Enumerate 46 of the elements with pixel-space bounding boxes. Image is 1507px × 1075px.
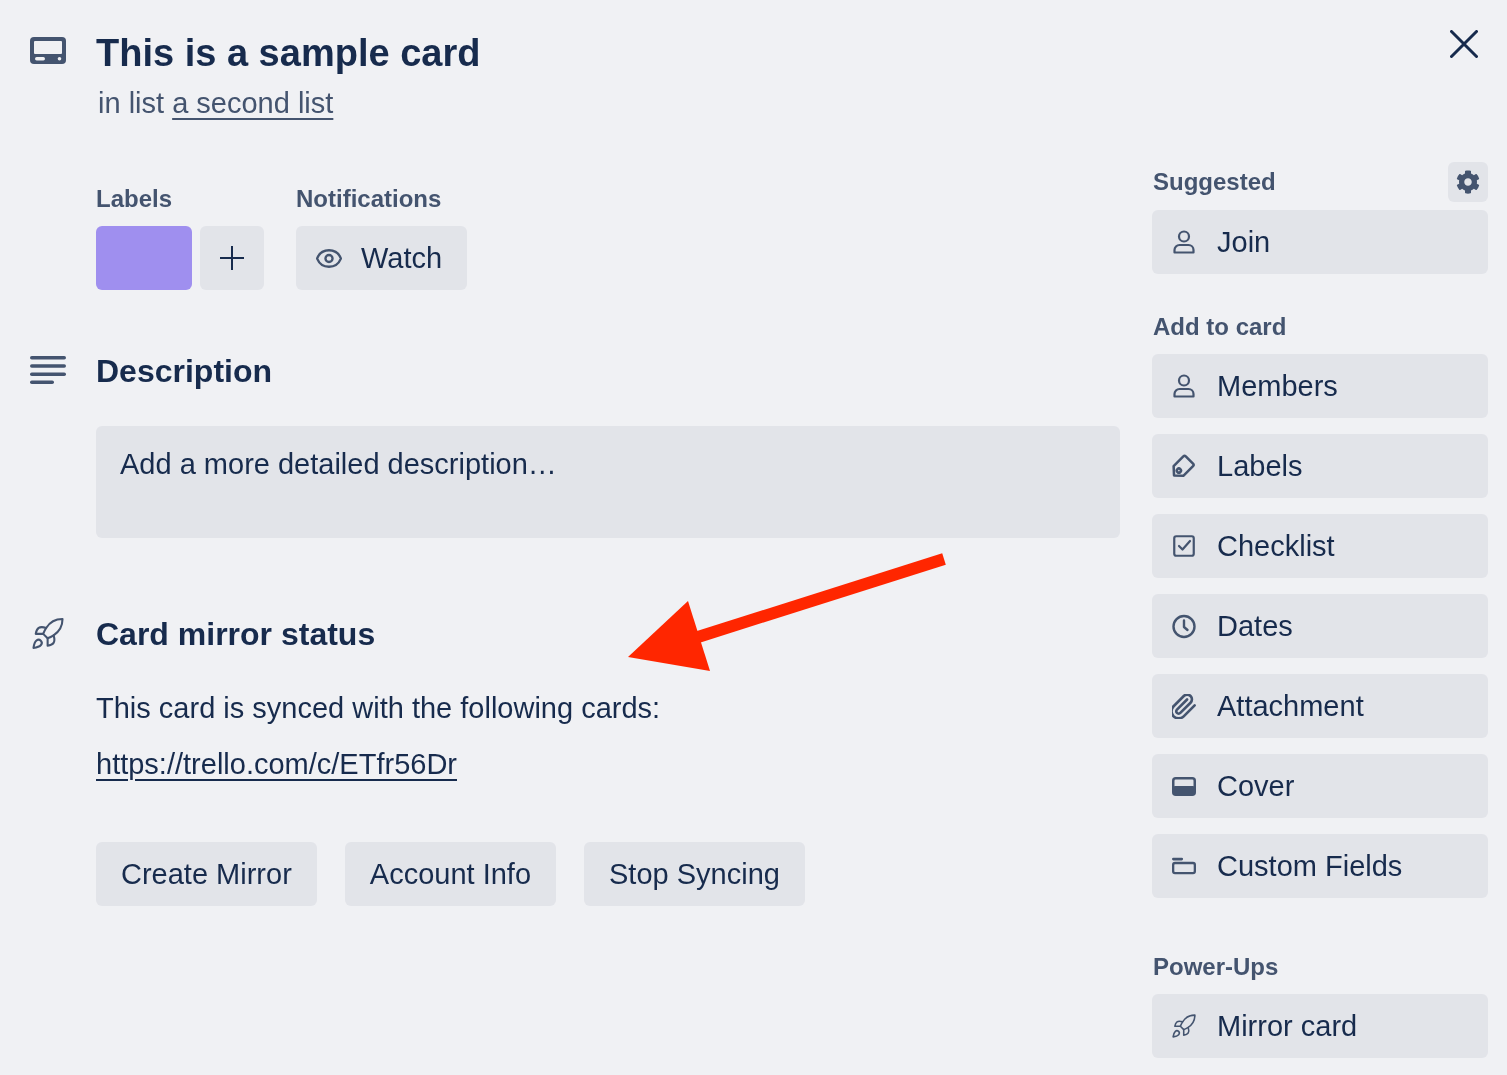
rocket-icon (1172, 1014, 1196, 1038)
fields-icon (1172, 857, 1196, 875)
sidebar-heading: Add to card (1153, 313, 1287, 341)
labels-heading: Labels (96, 185, 173, 213)
mirror-status-heading: Card mirror status (96, 615, 376, 654)
watch-button[interactable]: Watch (296, 226, 468, 290)
sidebar-action-button[interactable]: Attachment (1152, 674, 1488, 738)
sidebar-action-button[interactable]: Join (1152, 210, 1488, 274)
close-icon (1450, 30, 1478, 58)
label-swatch[interactable] (96, 226, 192, 290)
description-field[interactable]: Add a more detailed description… (96, 426, 1120, 538)
clock-icon (1172, 613, 1196, 639)
sidebar-action-button[interactable]: Custom Fields (1152, 834, 1488, 898)
sync-info-text: This card is synced with the following cards: (96, 691, 661, 726)
description-heading: Description (96, 352, 273, 391)
plus-icon (220, 246, 244, 270)
card-url-link[interactable]: https://trello.com/c/ETfr56Dr (96, 746, 457, 782)
cover-icon (1172, 776, 1196, 796)
settings-icon (1456, 170, 1480, 194)
paperclip-icon (1172, 693, 1196, 719)
list-link[interactable]: a second list (172, 87, 334, 119)
person-icon (1172, 230, 1196, 254)
sidebar-heading: Suggested (1153, 168, 1276, 196)
list-location: in list a second list (98, 86, 334, 121)
sidebar-heading: Power-Ups (1153, 953, 1279, 981)
sidebar-action-button[interactable]: Cover (1152, 754, 1488, 818)
sidebar-action-button[interactable]: Dates (1152, 594, 1488, 658)
eye-icon (316, 248, 342, 268)
action-button[interactable]: Create Mirror (96, 842, 317, 906)
sidebar-action-button[interactable]: Labels (1152, 434, 1488, 498)
add-label-button[interactable] (200, 226, 264, 290)
card-title: This is a sample card (96, 31, 481, 76)
tag-icon (1172, 454, 1196, 478)
rocket-icon (32, 617, 64, 650)
person-icon (1172, 374, 1196, 398)
notifications-heading: Notifications (296, 185, 442, 213)
sidebar-action-button[interactable]: Members (1152, 354, 1488, 418)
sidebar-action-button[interactable]: Checklist (1152, 514, 1488, 578)
checkbox-icon (1173, 535, 1195, 557)
close-button[interactable] (1450, 30, 1478, 58)
settings-button[interactable] (1448, 162, 1488, 202)
text-lines-icon (30, 356, 66, 384)
action-button[interactable]: Account Info (344, 842, 557, 906)
action-button[interactable]: Stop Syncing (584, 842, 805, 906)
card-icon (30, 37, 66, 64)
sidebar-action-button[interactable]: Mirror card (1152, 994, 1488, 1058)
